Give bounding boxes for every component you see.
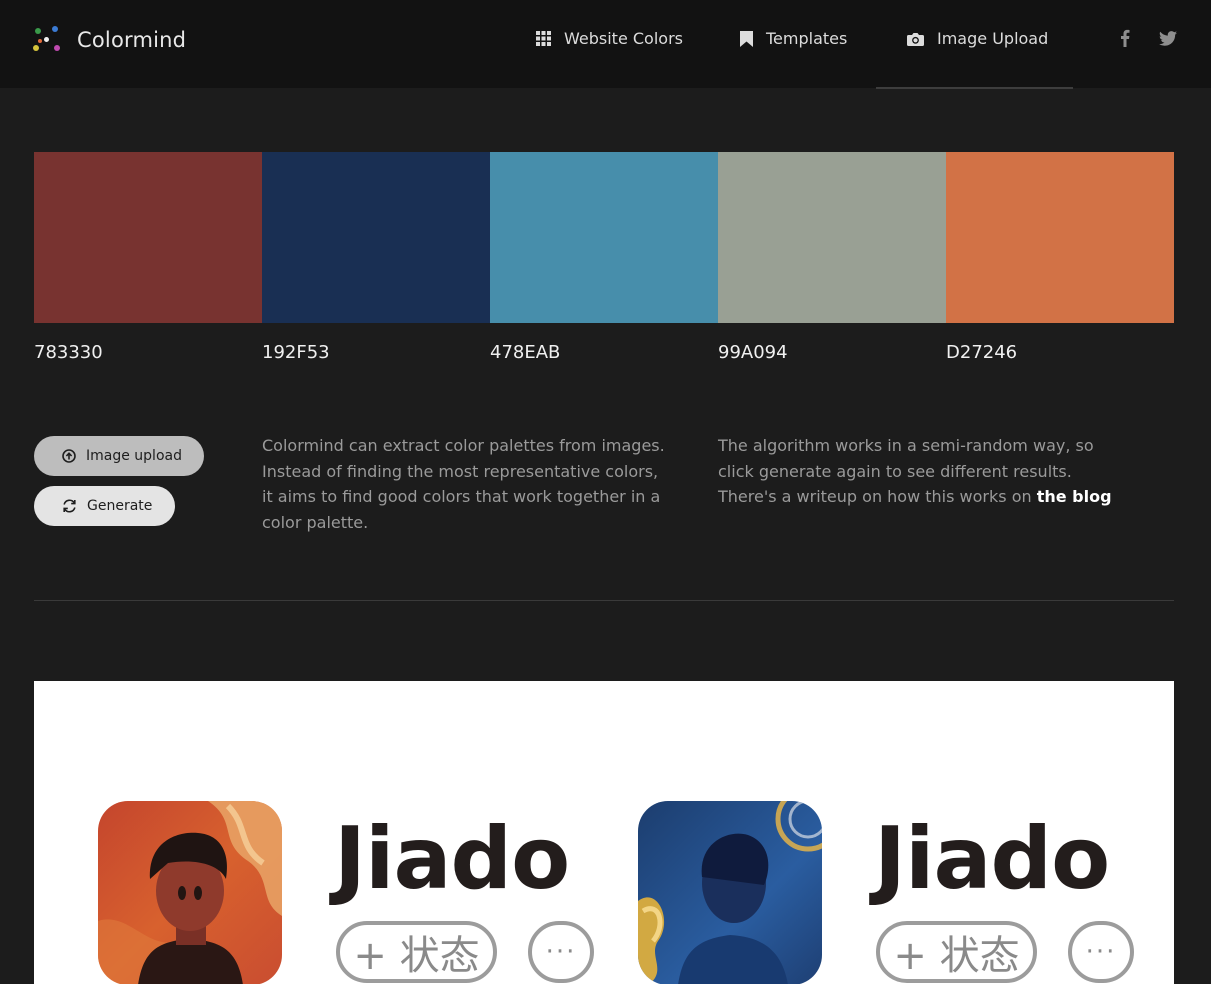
hex-code[interactable]: 783330 [34,342,103,363]
camera-icon [907,32,924,46]
button-label: Image upload [86,448,182,464]
nav-templates[interactable]: Templates [740,29,847,48]
twitter-link[interactable] [1159,31,1177,50]
facebook-icon [1121,29,1130,47]
more-pill: ··· [528,921,594,983]
button-label: Generate [87,498,153,514]
app-title: Jiado [874,809,1110,909]
description-left: Colormind can extract color palettes fro… [262,436,665,532]
top-navigation-bar: Colormind Website Colors Templates Image… [0,0,1211,89]
color-swatch[interactable] [718,152,946,323]
app-icon-red-portrait [98,801,282,984]
grid-icon [536,31,551,46]
app-name: Colormind [77,28,187,52]
facebook-link[interactable] [1120,29,1130,51]
twitter-icon [1159,31,1177,46]
blog-link[interactable]: the blog [1037,487,1112,506]
nav-label: Website Colors [564,29,683,48]
color-swatch[interactable] [262,152,490,323]
logo[interactable]: Colormind [33,26,186,54]
hex-code[interactable]: 192F53 [262,342,330,363]
hex-code[interactable]: 478EAB [490,342,560,363]
section-divider [34,600,1174,601]
bookmark-icon [740,30,753,47]
hex-code[interactable]: D27246 [946,342,1017,363]
image-upload-button[interactable]: Image upload [34,436,204,476]
colormind-logo-icon [33,26,61,54]
app-title: Jiado [334,809,570,909]
color-swatch[interactable] [946,152,1174,323]
nav-website-colors[interactable]: Website Colors [536,29,683,48]
nav-image-upload[interactable]: Image Upload [907,29,1048,48]
hex-code[interactable]: 99A094 [718,342,788,363]
uploaded-image-preview: Jiado + 状态 ··· Jiado + 状态 ··· [34,681,1174,984]
refresh-icon [63,499,76,513]
nav-label: Image Upload [937,29,1049,48]
status-pill: + 状态 [336,921,497,983]
color-swatch[interactable] [34,152,262,323]
more-pill: ··· [1068,921,1134,983]
app-icon-blue-portrait [638,801,822,984]
upload-circle-icon [62,449,76,463]
color-swatch[interactable] [490,152,718,323]
generate-button[interactable]: Generate [34,486,175,526]
description-right: The algorithm works in a semi-random way… [718,433,1118,510]
active-nav-indicator [876,87,1073,89]
status-pill: + 状态 [876,921,1037,983]
nav-label: Templates [766,29,848,48]
